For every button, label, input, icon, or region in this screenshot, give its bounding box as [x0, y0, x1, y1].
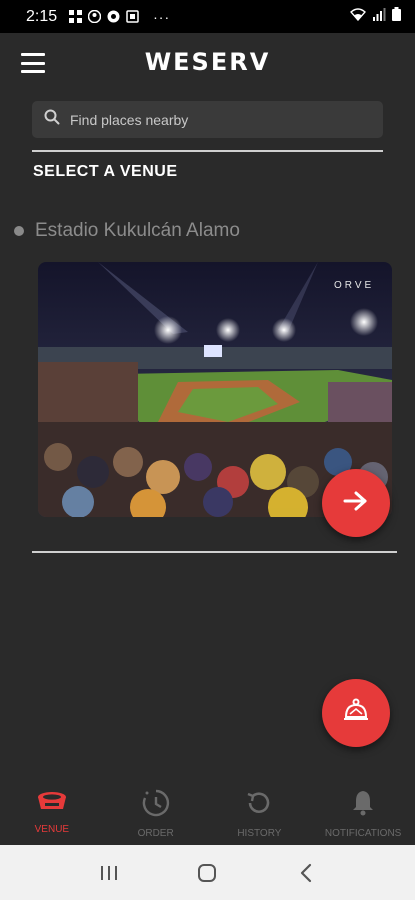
home-icon[interactable] — [187, 853, 227, 893]
photo-watermark: ORVE — [334, 280, 375, 291]
notification-icons — [69, 9, 139, 24]
waiter-bell-icon — [343, 697, 369, 730]
venue-list-item[interactable]: Estadio Kukulcán Alamo — [14, 220, 240, 242]
venue-bullet-icon — [14, 226, 24, 236]
wifi-icon — [350, 7, 366, 26]
venue-name: Estadio Kukulcán Alamo — [35, 220, 240, 241]
search-icon — [44, 109, 60, 130]
nav-label-venue: VENUE — [34, 824, 70, 835]
status-bar: 2:15 ··· — [0, 0, 415, 33]
bell-icon — [350, 789, 376, 822]
system-status-icons — [350, 7, 401, 26]
account-notification-icon — [87, 9, 102, 24]
nav-tab-history[interactable]: HISTORY — [208, 783, 312, 843]
signal-icon — [372, 7, 386, 26]
venue-stadium-icon — [37, 789, 67, 818]
call-service-button[interactable] — [322, 679, 390, 747]
search-bar[interactable] — [32, 101, 383, 138]
nav-tab-order[interactable]: ORDER — [104, 783, 208, 843]
history-icon — [245, 789, 273, 822]
next-venue-button[interactable] — [322, 469, 390, 537]
at-notification-icon — [107, 10, 120, 23]
nav-label-history: HISTORY — [237, 828, 282, 839]
nav-tab-venue[interactable]: VENUE — [0, 783, 104, 843]
brand-logo: WESERV — [144, 48, 271, 76]
battery-icon — [392, 7, 401, 26]
arrow-right-icon — [343, 490, 369, 517]
nav-label-order: ORDER — [137, 828, 174, 839]
back-icon[interactable] — [286, 853, 326, 893]
nav-label-notifications: NOTIFICATIONS — [324, 828, 402, 839]
app-header: WESERV — [0, 33, 415, 93]
bottom-navigation: VENUE ORDER HISTORY NOTIFICATIONS — [0, 783, 415, 843]
grid-notification-icon — [69, 10, 83, 23]
image-notification-icon — [126, 10, 139, 23]
system-navigation-bar — [0, 845, 415, 900]
nav-tab-notifications[interactable]: NOTIFICATIONS — [311, 783, 415, 843]
status-time: 2:15 — [26, 7, 58, 25]
section-title: SELECT A VENUE — [33, 163, 178, 180]
recents-icon[interactable] — [89, 853, 129, 893]
search-input[interactable] — [70, 111, 360, 128]
divider — [32, 551, 397, 553]
divider — [32, 150, 383, 152]
order-clock-icon — [142, 789, 170, 822]
more-notifications-indicator: ··· — [153, 8, 171, 25]
